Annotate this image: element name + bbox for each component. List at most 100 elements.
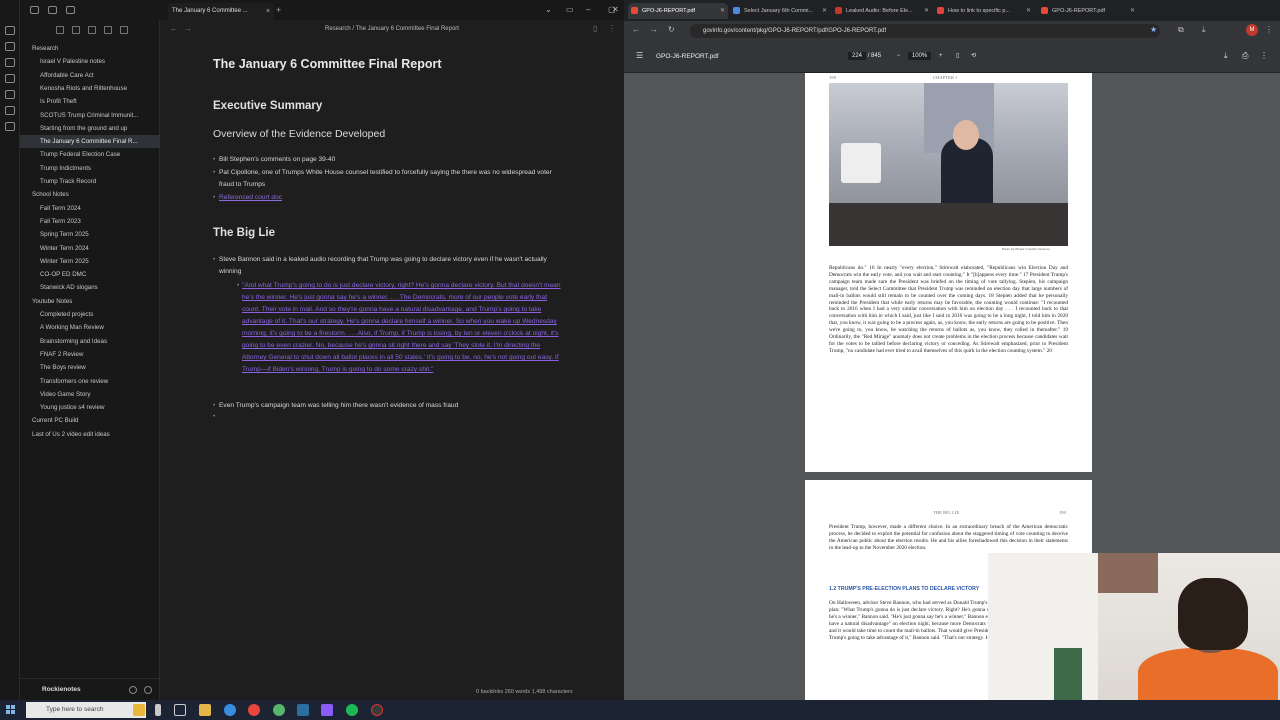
back-icon[interactable]: ←: [632, 25, 640, 34]
pdf-menu-icon[interactable]: ☰: [636, 51, 643, 60]
file-item[interactable]: Is Profit Theft: [20, 95, 160, 108]
folder-item[interactable]: Research: [20, 42, 160, 55]
chrome-tab[interactable]: GPO-J6-REPORT.pdf ✕: [628, 3, 728, 19]
pdf-more-icon[interactable]: ⋮: [1260, 51, 1268, 60]
files-icon[interactable]: [5, 26, 15, 35]
search-icon[interactable]: [5, 42, 15, 51]
edge-icon[interactable]: [224, 704, 236, 716]
menu-icon[interactable]: ⋮: [1265, 25, 1273, 34]
canvas-icon[interactable]: [5, 74, 15, 83]
close-tab-icon[interactable]: ✕: [1130, 3, 1135, 19]
file-item[interactable]: FNAF 2 Review: [20, 348, 160, 361]
file-item[interactable]: Video Game Story: [20, 388, 160, 401]
page-number-input[interactable]: 224: [848, 52, 867, 60]
obsidian-icon[interactable]: [321, 704, 333, 716]
file-item[interactable]: Winter Term 2025: [20, 255, 160, 268]
bannon-quote-link[interactable]: "And what Trump's going to do is just de…: [237, 280, 562, 376]
more-options-icon[interactable]: ⋮: [608, 22, 616, 36]
breadcrumb-parent[interactable]: Research: [325, 26, 351, 32]
file-item[interactable]: Stanwick AD slogans: [20, 281, 160, 294]
bookmark-icon[interactable]: [66, 6, 75, 14]
file-item[interactable]: Transformers one review: [20, 375, 160, 388]
file-item[interactable]: A Working Man Review: [20, 321, 160, 334]
file-item[interactable]: Kenosha Riots and Rittenhouse: [20, 82, 160, 95]
folder-item[interactable]: Last of Us 2 video edit ideas: [20, 428, 160, 441]
print-icon[interactable]: ⎙: [1242, 51, 1248, 61]
file-item[interactable]: Completed projects: [20, 308, 160, 321]
close-icon[interactable]: [120, 26, 128, 34]
chrome-tab[interactable]: GPO-J6-REPORT.pdf ✕: [1038, 3, 1138, 19]
fit-page-icon[interactable]: ▯: [956, 53, 959, 59]
file-item[interactable]: Affordable Care Act: [20, 69, 160, 82]
file-item[interactable]: Fall Term 2023: [20, 215, 160, 228]
file-item[interactable]: Starting from the ground and up: [20, 122, 160, 135]
close-tab-icon[interactable]: ✕: [822, 3, 827, 19]
file-item[interactable]: CO-OP ED DMC: [20, 268, 160, 281]
reload-icon[interactable]: ↻: [668, 25, 675, 34]
chrome-tab[interactable]: Leaked Audio: Before Ele... ✕: [832, 3, 932, 19]
extensions-icon[interactable]: ⧉: [1178, 25, 1184, 35]
search-icon[interactable]: [48, 6, 57, 14]
folder-item[interactable]: Current PC Build: [20, 414, 160, 427]
new-note-icon[interactable]: [56, 26, 64, 34]
minimize-icon[interactable]: –: [586, 5, 590, 14]
rotate-icon[interactable]: ⟲: [971, 53, 976, 59]
settings-icon[interactable]: [144, 686, 152, 694]
folder-item[interactable]: Youtube Notes: [20, 295, 160, 308]
url-input[interactable]: govinfo.gov/content/pkg/GPO-J6-REPORT/pd…: [690, 24, 1160, 38]
graph-icon[interactable]: [5, 58, 15, 67]
new-folder-icon[interactable]: [72, 26, 80, 34]
profile-avatar[interactable]: M: [1246, 24, 1258, 36]
back-icon[interactable]: ←: [170, 22, 178, 36]
reading-view-icon[interactable]: ▯: [593, 22, 597, 36]
forward-icon[interactable]: →: [650, 25, 658, 34]
windows-start-icon[interactable]: [6, 705, 16, 715]
downloads-icon[interactable]: ⤓: [1202, 25, 1206, 35]
file-item[interactable]: Spring Term 2025: [20, 228, 160, 241]
file-item[interactable]: Trump Federal Election Case: [20, 148, 160, 161]
download-pdf-icon[interactable]: ⤓: [1224, 51, 1228, 61]
forward-icon[interactable]: →: [184, 22, 192, 36]
chrome-icon[interactable]: [248, 704, 260, 716]
court-doc-link[interactable]: Referenced court doc: [219, 194, 282, 201]
window-close-icon[interactable]: ✕: [612, 5, 619, 14]
sidebar-toggle-icon[interactable]: ▭: [566, 5, 574, 14]
close-tab-icon[interactable]: ✕: [720, 3, 725, 19]
file-item[interactable]: SCOTUS Trump Criminal Immunit...: [20, 109, 160, 122]
new-tab-icon[interactable]: +: [276, 5, 281, 15]
android-icon[interactable]: [273, 704, 285, 716]
file-explorer-icon[interactable]: [133, 704, 145, 716]
calendar-icon[interactable]: [5, 90, 15, 99]
file-item[interactable]: Israel V Palestine notes: [20, 55, 160, 68]
file-item[interactable]: The January 6 Committee Final R...: [20, 135, 160, 149]
sort-icon[interactable]: [88, 26, 96, 34]
zoom-out-icon[interactable]: −: [897, 53, 901, 59]
folder-icon[interactable]: [199, 704, 211, 716]
file-item[interactable]: Young justice s4 review: [20, 401, 160, 414]
file-item[interactable]: Fall Term 2024: [20, 202, 160, 215]
bullet-empty[interactable]: [213, 411, 564, 423]
steam-icon[interactable]: [297, 704, 309, 716]
bookmark-star-icon[interactable]: ★: [1150, 25, 1157, 34]
template-icon[interactable]: [5, 106, 15, 115]
tab-list-icon[interactable]: ⌄: [545, 5, 552, 14]
vault-switcher[interactable]: Rockienotes: [20, 678, 160, 700]
zoom-in-icon[interactable]: +: [939, 53, 943, 59]
tab-jan6-note[interactable]: The January 6 Committee ... ×: [168, 3, 274, 20]
folder-icon[interactable]: [30, 6, 39, 14]
taskbar-search-input[interactable]: Type here to search: [26, 702, 146, 718]
file-item[interactable]: Trump Indictments: [20, 162, 160, 175]
file-item[interactable]: Brainstorming and Ideas: [20, 335, 160, 348]
close-tab-icon[interactable]: ×: [266, 3, 270, 20]
zoom-input[interactable]: 100%: [907, 52, 932, 60]
chrome-tab[interactable]: How to link to specific p... ✕: [934, 3, 1034, 19]
widgets-icon[interactable]: [155, 704, 161, 716]
collapse-icon[interactable]: [104, 26, 112, 34]
help-icon[interactable]: [129, 686, 137, 694]
close-tab-icon[interactable]: ✕: [1026, 3, 1031, 19]
chrome-tab[interactable]: Select January 6th Commi... ✕: [730, 3, 830, 19]
close-tab-icon[interactable]: ✕: [924, 3, 929, 19]
terminal-icon[interactable]: [5, 122, 15, 131]
file-item[interactable]: Trump Track Record: [20, 175, 160, 188]
file-item[interactable]: Winter Term 2024: [20, 242, 160, 255]
